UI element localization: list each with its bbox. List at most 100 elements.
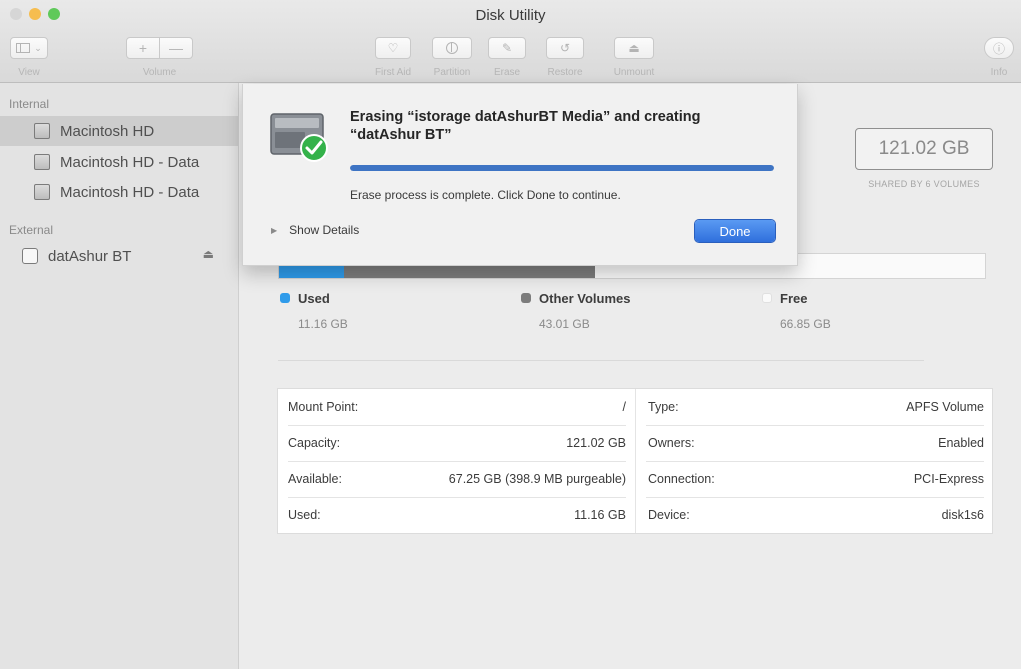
first-aid-button[interactable]: ♡ xyxy=(375,37,411,59)
internal-disk-icon xyxy=(34,154,50,170)
restore-label: Restore xyxy=(547,67,583,78)
minus-icon: — xyxy=(169,40,183,56)
info-row-connection: Connection: PCI-Express xyxy=(638,461,992,497)
partition-label: Partition xyxy=(433,67,471,78)
view-label: View xyxy=(18,67,40,78)
partition-button[interactable] xyxy=(432,37,472,59)
sidebar-item-label: datAshur BT xyxy=(48,247,132,265)
disk-utility-window: Disk Utility ⌄ View + — Volume ♡ First A… xyxy=(0,0,1021,669)
erase-pencil-icon: ✎ xyxy=(501,41,513,55)
erase-progress-fill xyxy=(350,165,774,171)
info-row-used: Used: 11.16 GB xyxy=(278,497,634,533)
view-button[interactable]: ⌄ xyxy=(10,37,48,59)
info-button[interactable]: ⓘ xyxy=(984,37,1014,59)
done-button[interactable]: Done xyxy=(695,220,775,242)
external-disk-icon xyxy=(22,248,38,264)
sheet-status-message: Erase process is complete. Click Done to… xyxy=(350,188,621,202)
window-title: Disk Utility xyxy=(475,7,546,24)
info-key: Capacity: xyxy=(288,436,341,450)
info-row-device: Device: disk1s6 xyxy=(638,497,992,533)
info-value: APFS Volume xyxy=(906,400,984,414)
partition-pie-icon xyxy=(446,42,458,54)
info-key: Connection: xyxy=(648,472,715,486)
capacity-value: 121.02 GB xyxy=(855,128,993,170)
volume-label: Volume xyxy=(142,67,177,78)
restore-arrow-icon: ↺ xyxy=(559,41,571,55)
unmount-label: Unmount xyxy=(613,67,655,78)
sidebar-item-macintosh-hd[interactable]: Macintosh HD xyxy=(0,116,238,146)
hard-drive-checkmark-icon xyxy=(270,113,328,162)
info-key: Available: xyxy=(288,472,342,486)
sidebar-item-macintosh-hd-data-2[interactable]: Macintosh HD - Data xyxy=(0,177,238,207)
info-row-mount-point: Mount Point: / xyxy=(278,389,634,425)
free-legend-title: Free xyxy=(780,291,808,306)
row-separator xyxy=(288,497,626,498)
erase-progress-sheet: Erasing “istorage datAshurBT Media” and … xyxy=(242,84,798,266)
sheet-title: Erasing “istorage datAshurBT Media” and … xyxy=(350,109,701,143)
disclosure-triangle-icon: ▶ xyxy=(271,225,278,235)
row-separator xyxy=(646,461,984,462)
sidebar-item-label: Macintosh HD - Data xyxy=(60,183,200,201)
first-aid-label: First Aid xyxy=(374,67,412,78)
erase-button[interactable]: ✎ xyxy=(488,37,526,59)
internal-section-header: Internal xyxy=(9,97,50,111)
internal-disk-icon xyxy=(34,123,50,139)
erase-progress-bar xyxy=(350,165,774,171)
show-details-toggle[interactable]: ▶ Show Details xyxy=(271,223,359,237)
info-value: 11.16 GB xyxy=(574,508,626,522)
sidebar-view-icon xyxy=(16,43,31,53)
info-value: 121.02 GB xyxy=(566,436,626,450)
row-separator xyxy=(646,497,984,498)
column-divider xyxy=(635,389,636,533)
info-key: Type: xyxy=(648,400,679,414)
info-value: Enabled xyxy=(938,436,984,450)
internal-disk-icon xyxy=(34,184,50,200)
show-details-label: Show Details xyxy=(289,223,360,237)
divider xyxy=(278,360,924,361)
info-label: Info xyxy=(990,67,1008,78)
sidebar-item-macintosh-hd-data[interactable]: Macintosh HD - Data xyxy=(0,147,238,177)
sidebar-item-datashur-bt[interactable]: datAshur BT ⏏ xyxy=(0,241,238,271)
sidebar-item-label: Macintosh HD xyxy=(60,122,155,140)
free-legend-swatch xyxy=(762,293,772,303)
info-icon: ⓘ xyxy=(992,41,1005,56)
info-row-type: Type: APFS Volume xyxy=(638,389,992,425)
restore-button[interactable]: ↺ xyxy=(546,37,584,59)
info-row-owners: Owners: Enabled xyxy=(638,425,992,461)
external-section-header: External xyxy=(9,223,54,237)
other-volumes-legend-value: 43.01 GB xyxy=(539,317,590,331)
capacity-subtitle: SHARED BY 6 VOLUMES xyxy=(868,179,980,189)
info-value: PCI-Express xyxy=(913,472,984,486)
volume-info-table: Mount Point: / Capacity: 121.02 GB Avail… xyxy=(278,389,992,533)
title-bar: Disk Utility ⌄ View + — Volume ♡ First A… xyxy=(0,0,1021,83)
unmount-button[interactable]: ⏏ xyxy=(614,37,654,59)
free-legend-value: 66.85 GB xyxy=(780,317,831,331)
chevron-down-icon: ⌄ xyxy=(34,42,42,53)
add-volume-button[interactable]: + xyxy=(126,37,160,59)
row-separator xyxy=(288,461,626,462)
info-value: / xyxy=(622,400,626,414)
erase-label: Erase xyxy=(493,67,521,78)
info-key: Device: xyxy=(648,508,690,522)
other-volumes-legend-title: Other Volumes xyxy=(539,291,631,306)
other-volumes-legend-swatch xyxy=(521,293,531,303)
stethoscope-icon: ♡ xyxy=(387,41,399,55)
unmount-icon: ⏏ xyxy=(628,41,640,55)
info-row-available: Available: 67.25 GB (398.9 MB purgeable) xyxy=(278,461,634,497)
used-legend-title: Used xyxy=(298,291,330,306)
plus-icon: + xyxy=(138,40,148,56)
info-key: Used: xyxy=(288,508,321,522)
info-key: Owners: xyxy=(648,436,695,450)
remove-volume-button[interactable]: — xyxy=(159,37,193,59)
info-row-capacity: Capacity: 121.02 GB xyxy=(278,425,634,461)
info-value: disk1s6 xyxy=(941,508,984,522)
eject-icon[interactable]: ⏏ xyxy=(203,247,214,261)
info-key: Mount Point: xyxy=(288,400,359,414)
row-separator xyxy=(288,425,626,426)
used-legend-value: 11.16 GB xyxy=(298,317,348,331)
sidebar: Internal Macintosh HD Macintosh HD - Dat… xyxy=(0,83,239,669)
used-legend-swatch xyxy=(280,293,290,303)
info-value: 67.25 GB (398.9 MB purgeable) xyxy=(448,472,626,486)
row-separator xyxy=(646,425,984,426)
sidebar-item-label: Macintosh HD - Data xyxy=(60,153,200,171)
